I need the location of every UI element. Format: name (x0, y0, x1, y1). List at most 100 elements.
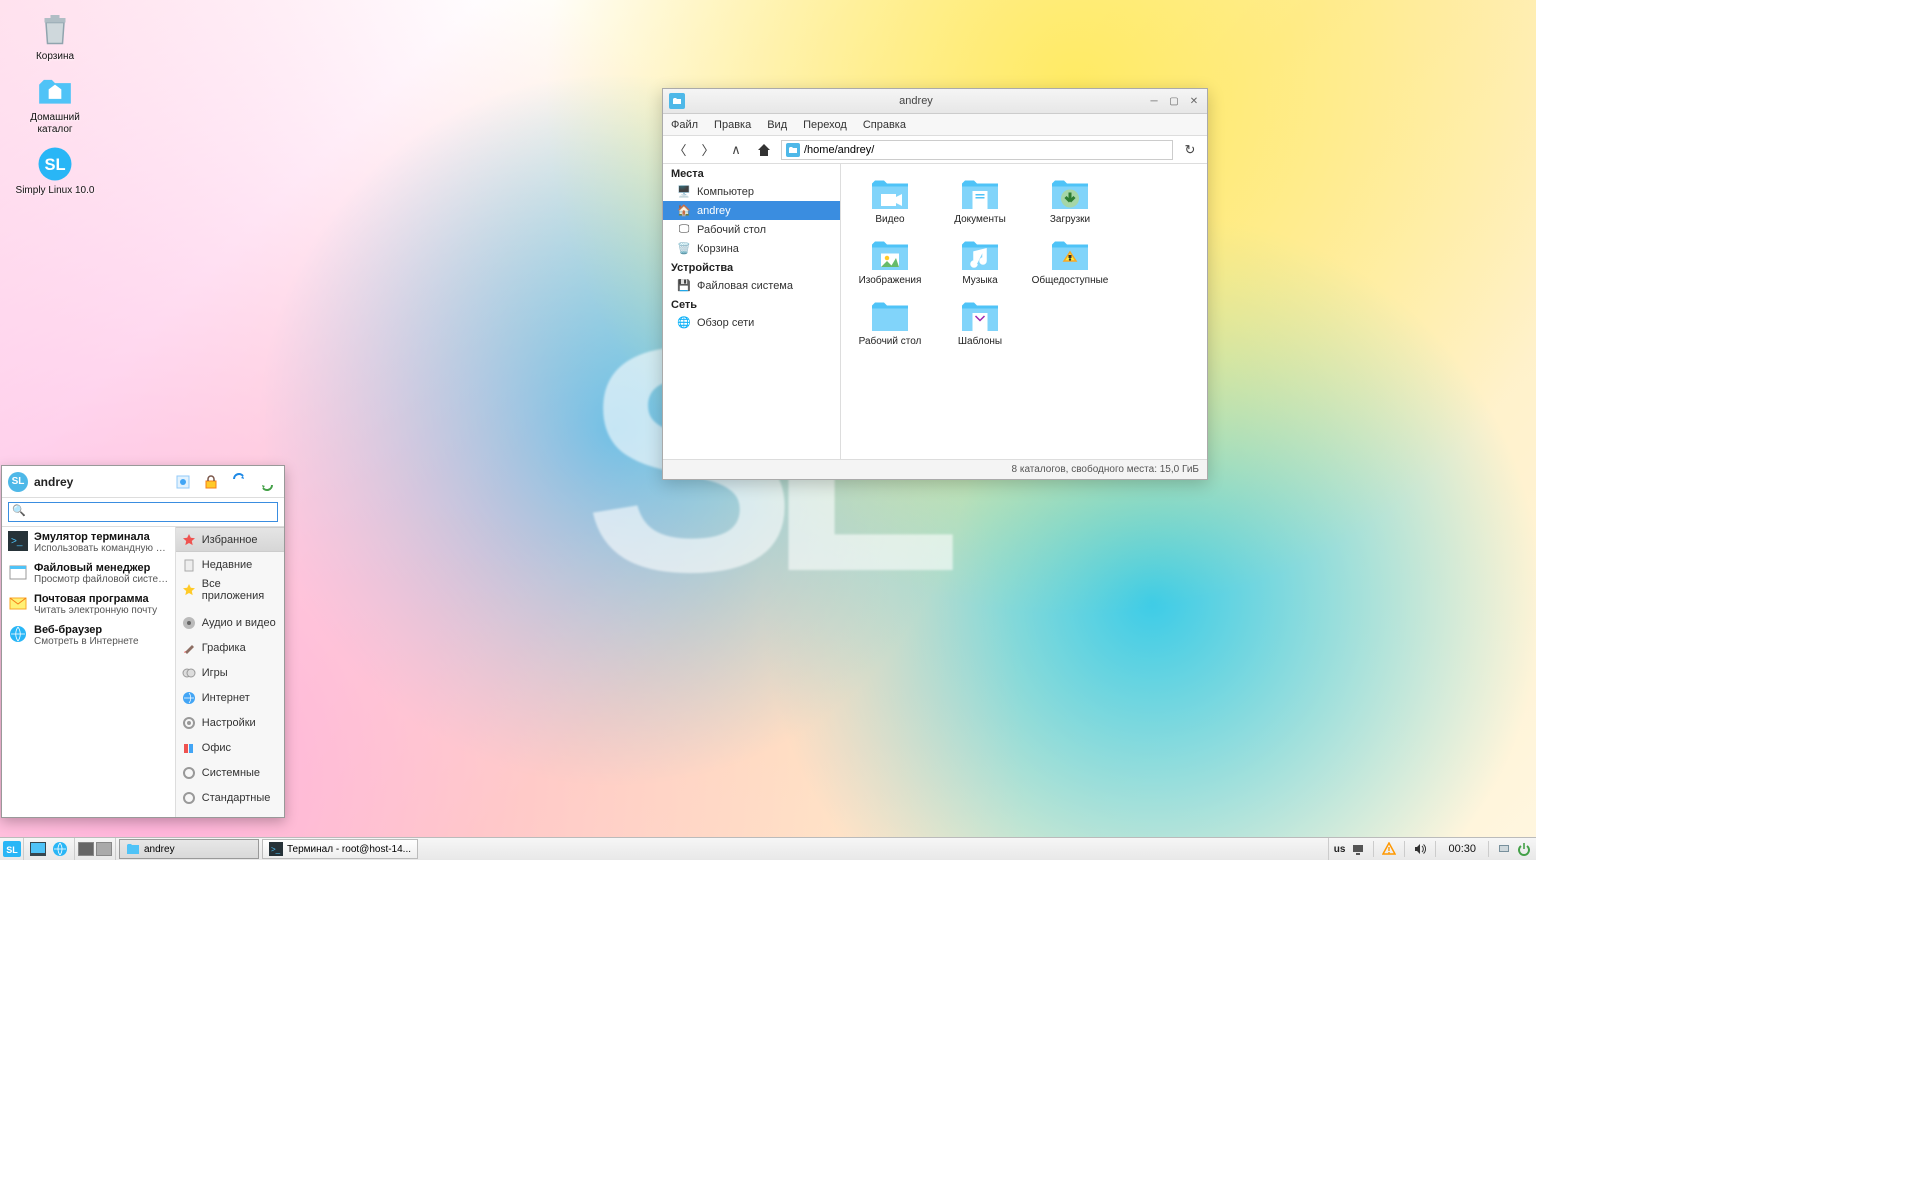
lock-button[interactable] (200, 471, 222, 493)
std-icon (182, 791, 196, 805)
folder-label: Документы (954, 214, 1006, 225)
minimize-button[interactable]: ─ (1147, 94, 1161, 108)
browser-icon (8, 624, 28, 644)
start-menu-button[interactable]: SL (0, 838, 24, 860)
folder-item[interactable]: Рабочий стол (849, 294, 931, 351)
favorite-title: Почтовая программа (34, 593, 169, 605)
path-input[interactable]: /home/andrey/ (781, 140, 1173, 160)
folder-item[interactable]: Общедоступные (1029, 233, 1111, 290)
category-label: Стандартные (202, 792, 271, 804)
network-tray-icon[interactable] (1351, 842, 1365, 856)
close-button[interactable]: ✕ (1187, 94, 1201, 108)
appmenu-search (2, 498, 284, 527)
folder-item[interactable]: Музыка (939, 233, 1021, 290)
favorite-item[interactable]: Почтовая программаЧитать электронную поч… (2, 589, 175, 620)
folder-item[interactable]: Загрузки (1029, 172, 1111, 229)
switch-user-button[interactable] (228, 471, 250, 493)
logout-button[interactable] (256, 471, 278, 493)
reload-button[interactable]: ↻ (1179, 139, 1201, 161)
recent-icon (182, 558, 196, 572)
av-icon (182, 616, 196, 630)
folder-view[interactable]: Видео Документы Загрузки Изображения Музыка О… (841, 164, 1207, 459)
warning-tray-icon[interactable] (1382, 842, 1396, 856)
workspace-switcher (75, 838, 116, 860)
sidebar-item-computer[interactable]: 🖥️Компьютер (663, 182, 840, 201)
window-titlebar[interactable]: andrey ─ ▢ ✕ (663, 89, 1207, 114)
show-desktop-button[interactable] (27, 838, 49, 860)
category-gfx[interactable]: Графика (176, 635, 284, 660)
forward-button[interactable]: 〉 (697, 139, 719, 161)
sidebar-item-trash[interactable]: 🗑️Корзина (663, 239, 840, 258)
desktop-icon-trash[interactable]: Корзина (15, 10, 95, 63)
office-icon (182, 741, 196, 755)
notification-tray-icon[interactable] (1497, 842, 1511, 856)
category-std[interactable]: Стандартные (176, 785, 284, 810)
svg-text:>_: >_ (11, 536, 23, 547)
sidebar-item-desktop[interactable]: 🖵Рабочий стол (663, 220, 840, 239)
desktop-icon-label: Домашний каталог (15, 112, 95, 136)
folder-icon (1048, 237, 1092, 273)
svg-text:>_: >_ (271, 845, 281, 854)
category-label: Все приложения (202, 578, 278, 602)
menu-go[interactable]: Переход (803, 119, 847, 131)
menu-edit[interactable]: Правка (714, 119, 751, 131)
category-label: Недавние (202, 559, 253, 571)
folder-label: Общедоступные (1032, 275, 1109, 286)
home-button[interactable] (753, 139, 775, 161)
power-tray-icon[interactable] (1517, 842, 1531, 856)
menu-view[interactable]: Вид (767, 119, 787, 131)
menu-help[interactable]: Справка (863, 119, 906, 131)
favorite-item[interactable]: Файловый менеджерПросмотр файловой систе… (2, 558, 175, 589)
category-av[interactable]: Аудио и видео (176, 610, 284, 635)
workspace-2[interactable] (96, 842, 112, 856)
web-browser-launcher[interactable] (49, 838, 71, 860)
terminal-icon: >_ (8, 531, 28, 551)
category-net[interactable]: Интернет (176, 685, 284, 710)
back-button[interactable]: 〈 (669, 139, 691, 161)
volume-tray-icon[interactable] (1413, 842, 1427, 856)
category-games[interactable]: Игры (176, 660, 284, 685)
category-office[interactable]: Офис (176, 735, 284, 760)
settings-button[interactable] (172, 471, 194, 493)
favorite-item[interactable]: Веб-браузерСмотреть в Интернете (2, 620, 175, 651)
clock[interactable]: 00:30 (1444, 843, 1480, 855)
svg-text:SL: SL (44, 156, 65, 174)
workspace-1[interactable] (78, 842, 94, 856)
appmenu-categories: Избранное Недавние Все приложения Аудио и в… (175, 527, 284, 817)
sidebar-item-home[interactable]: 🏠andrey (663, 201, 840, 220)
task-label: andrey (144, 844, 175, 855)
taskbar-task[interactable]: andrey (119, 839, 259, 859)
category-label: Системные (202, 767, 260, 779)
category-star[interactable]: Все приложения (176, 577, 284, 602)
fm-icon (8, 562, 28, 582)
search-input[interactable] (8, 502, 278, 522)
favorite-subtitle: Использовать командную ст... (34, 543, 169, 554)
folder-item[interactable]: Документы (939, 172, 1021, 229)
desktop-icon-home[interactable]: Домашний каталог (15, 71, 95, 136)
menu-file[interactable]: Файл (671, 119, 698, 131)
category-label: Игры (202, 667, 228, 679)
category-star-plus[interactable]: Избранное (176, 527, 284, 552)
sidebar-item-filesystem[interactable]: 💾Файловая система (663, 276, 840, 295)
category-label: Настройки (202, 717, 256, 729)
sidebar-item-network[interactable]: 🌐Обзор сети (663, 313, 840, 332)
category-recent[interactable]: Недавние (176, 552, 284, 577)
quick-launch (24, 838, 75, 860)
keyboard-layout-indicator[interactable]: us (1334, 844, 1346, 855)
folder-label: Музыка (962, 275, 997, 286)
desktop-icon-simply-linux[interactable]: SL Simply Linux 10.0 (15, 144, 95, 197)
sl-logo-icon: SL (8, 472, 28, 492)
up-button[interactable]: ∧ (725, 139, 747, 161)
taskbar-tasks: andrey >_Терминал - root@host-14... (116, 838, 1328, 860)
folder-home-icon (35, 71, 75, 111)
category-settings[interactable]: Настройки (176, 710, 284, 735)
folder-item[interactable]: Изображения (849, 233, 931, 290)
folder-item[interactable]: Шаблоны (939, 294, 1021, 351)
maximize-button[interactable]: ▢ (1167, 94, 1181, 108)
favorite-item[interactable]: >_Эмулятор терминалаИспользовать командн… (2, 527, 175, 558)
folder-item[interactable]: Видео (849, 172, 931, 229)
games-icon (182, 666, 196, 680)
category-system[interactable]: Системные (176, 760, 284, 785)
taskbar-task[interactable]: >_Терминал - root@host-14... (262, 839, 418, 859)
home-icon: 🏠 (677, 204, 691, 218)
